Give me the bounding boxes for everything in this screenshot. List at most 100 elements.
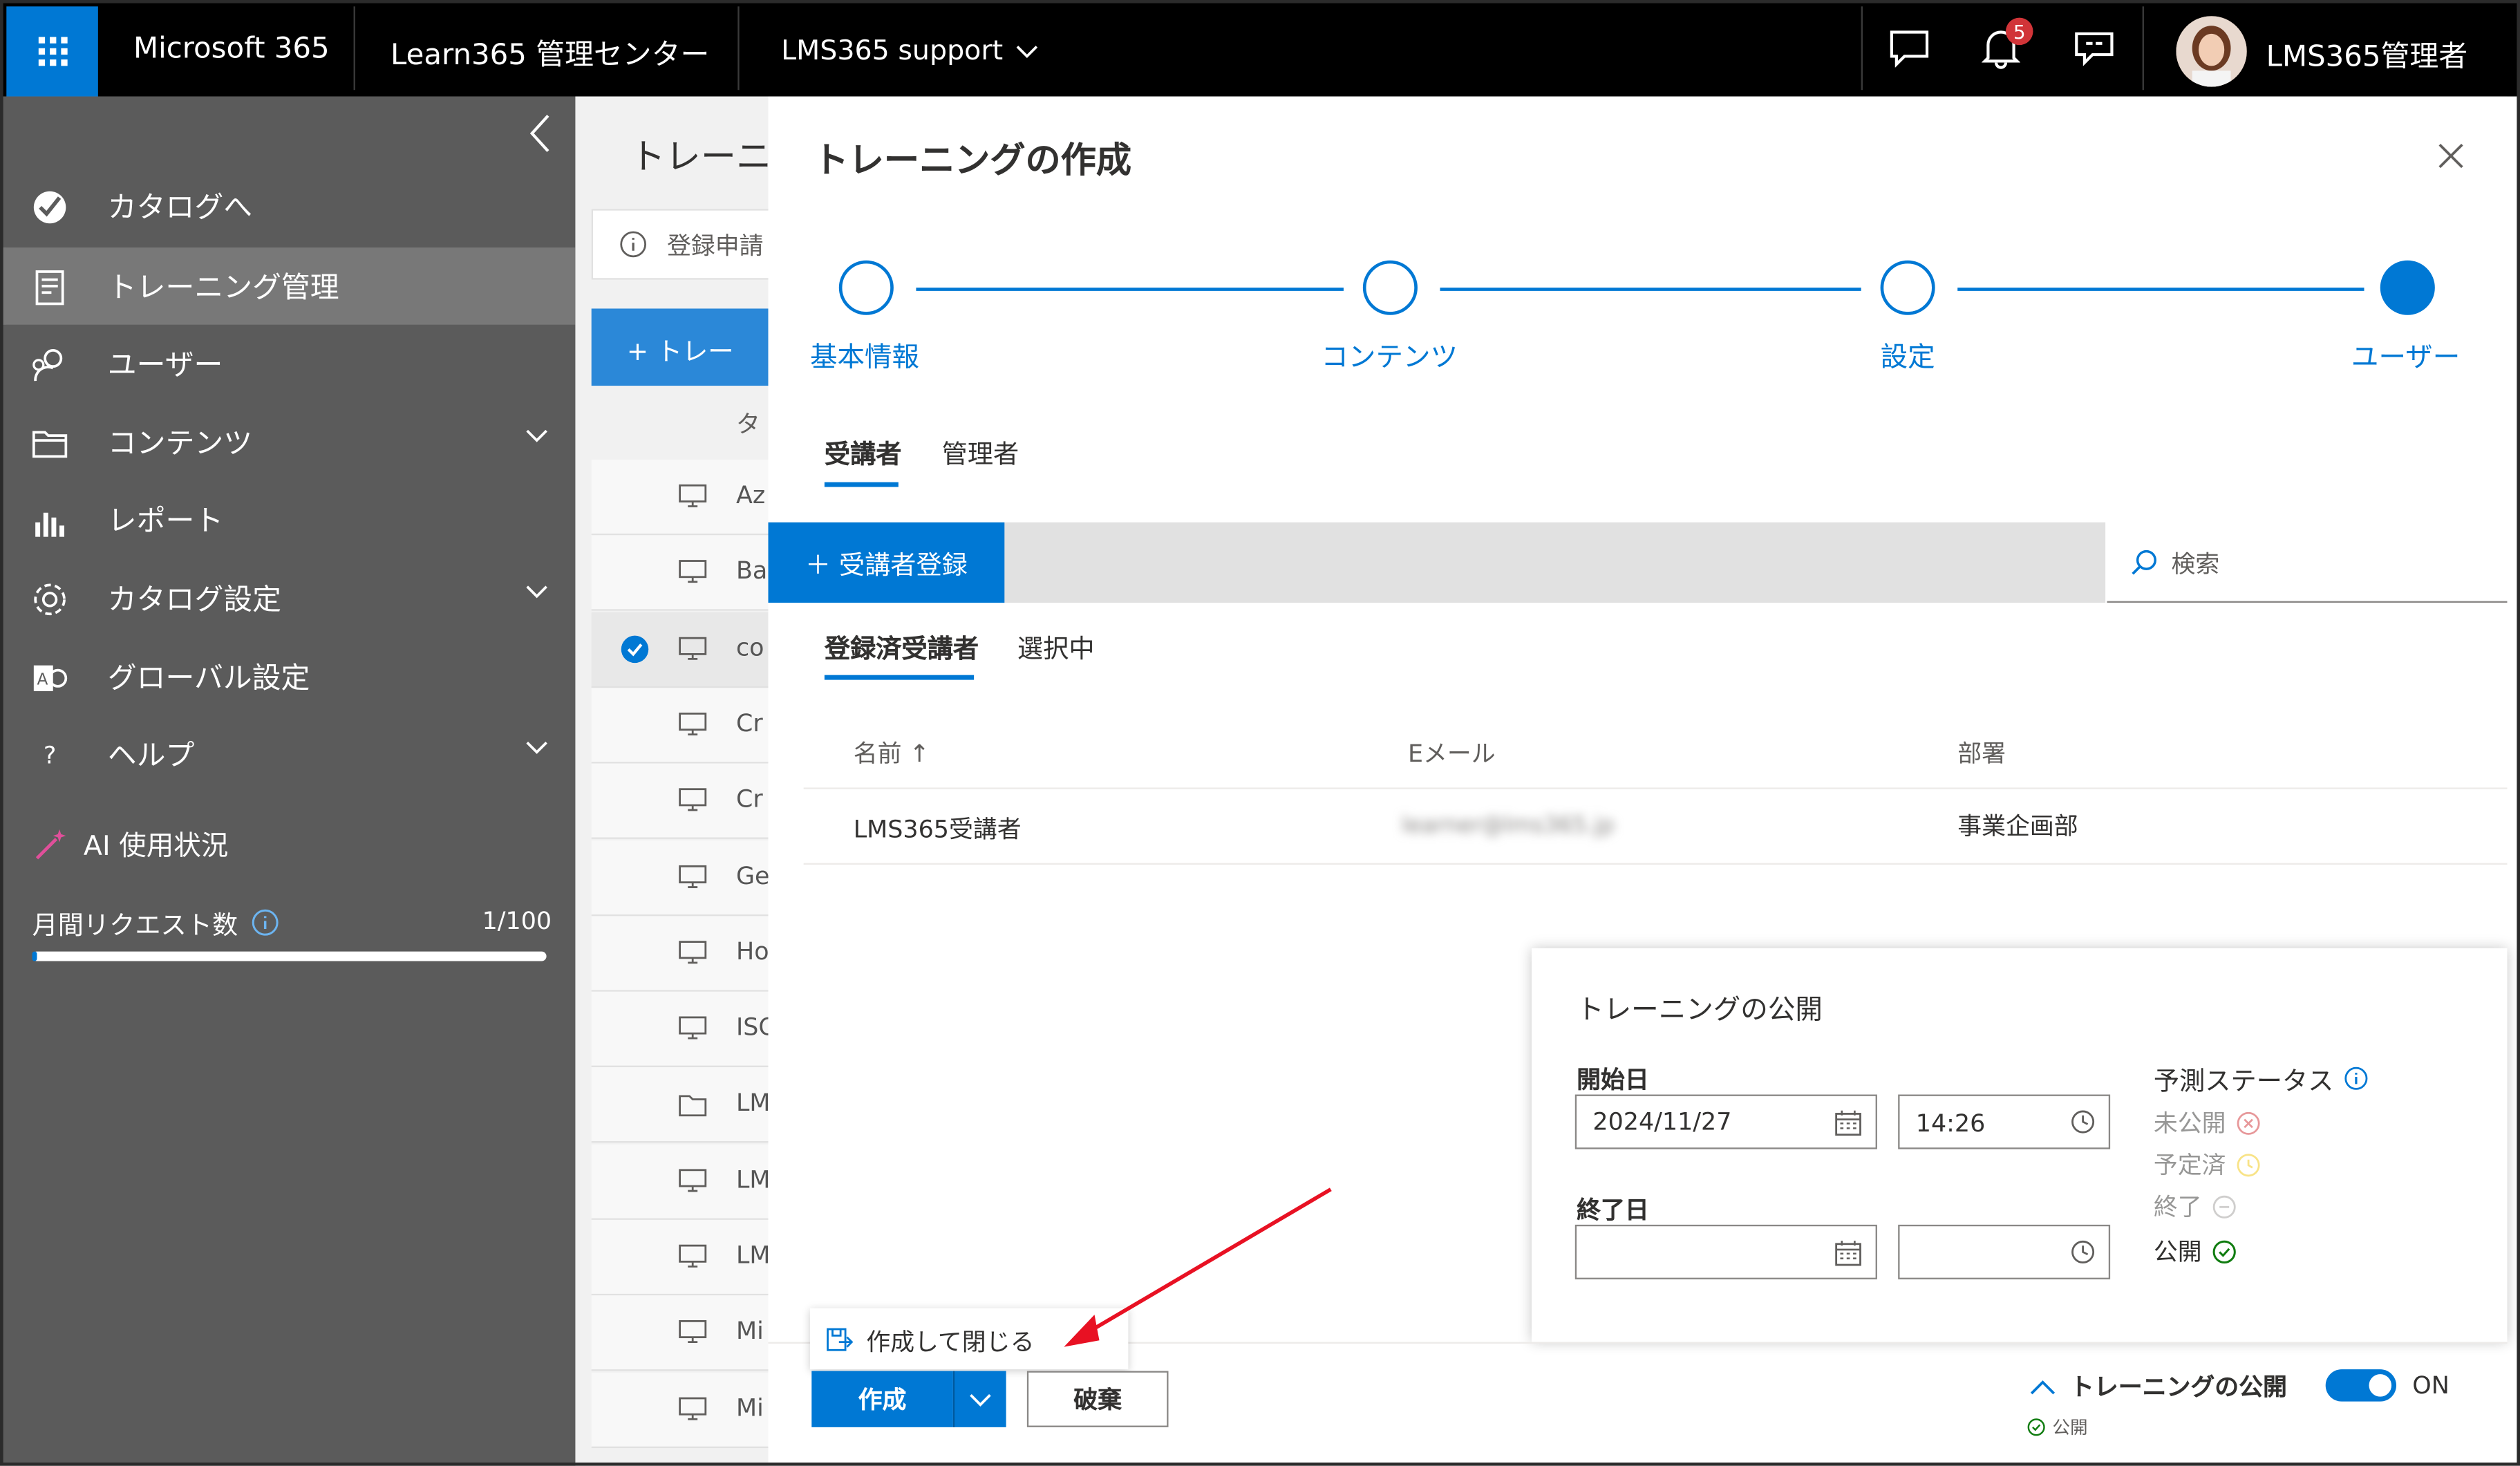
sidebar-item-global-settings[interactable]: A グローバル設定	[0, 638, 575, 715]
table-row[interactable]: Ba	[591, 536, 769, 612]
table-row[interactable]: Mi	[591, 1295, 769, 1372]
tab-learners[interactable]: 受講者	[825, 433, 902, 471]
monitor-icon	[679, 1244, 707, 1268]
chevron-down-icon	[526, 741, 547, 754]
end-date-label: 終了日	[1577, 1196, 1649, 1225]
divider	[2142, 6, 2144, 91]
add-learner-label: ＋ 受講者登録	[805, 549, 968, 581]
info-icon[interactable]	[251, 908, 280, 937]
start-time-field[interactable]: 14:26	[1898, 1094, 2111, 1149]
panel-title: トレーニングの作成	[813, 141, 1132, 182]
subtab-selected[interactable]: 選択中	[1017, 627, 1095, 666]
sidebar-item-catalog[interactable]: カタログへ	[0, 167, 575, 245]
step-1-circle[interactable]	[838, 260, 894, 315]
table-row[interactable]: LMS365受講者 learner@lms365.jp 事業企画部	[803, 789, 2508, 865]
table-row[interactable]: Az	[591, 460, 769, 536]
create-split-dropdown-button[interactable]	[952, 1371, 1006, 1427]
checked-icon[interactable]	[621, 635, 650, 664]
step-label-users[interactable]: ユーザー	[2351, 335, 2460, 375]
table-row[interactable]: co	[591, 611, 769, 688]
app-launcher-button[interactable]	[6, 6, 98, 97]
monitor-icon	[679, 560, 707, 583]
notifications-button[interactable]: 5	[1978, 17, 2033, 71]
table-row[interactable]: LM	[591, 1143, 769, 1220]
publish-toggle-switch[interactable]	[2325, 1369, 2397, 1402]
user-name[interactable]: LMS365管理者	[2266, 34, 2467, 75]
table-row[interactable]: ISC	[591, 991, 769, 1068]
sidebar-item-reports[interactable]: レポート	[0, 480, 575, 558]
info-icon[interactable]	[2343, 1066, 2369, 1091]
column-header-name[interactable]: 名前 ↑	[854, 736, 930, 770]
chat-button[interactable]	[1887, 26, 1932, 71]
chevron-up-icon	[2030, 1379, 2056, 1394]
start-date-value: 2024/11/27	[1592, 1107, 1732, 1136]
table-row[interactable]: Mi	[591, 1371, 769, 1448]
publish-substatus: 公開	[2027, 1414, 2088, 1440]
start-date-field[interactable]: 2024/11/27	[1574, 1094, 1877, 1149]
top-bar: Microsoft 365 Learn365 管理センター LMS365 sup…	[0, 0, 2520, 97]
monitor-icon	[679, 1168, 707, 1192]
table-row[interactable]: Ge	[591, 839, 769, 916]
avatar[interactable]	[2176, 16, 2247, 87]
start-date-label: 開始日	[1577, 1065, 1649, 1095]
step-label-basic-info[interactable]: 基本情報	[810, 335, 919, 375]
new-training-button[interactable]: + トレー	[591, 308, 769, 386]
annotation-arrow	[1064, 1187, 1332, 1347]
feedback-button[interactable]	[2071, 26, 2116, 71]
sidebar-item-content[interactable]: コンテンツ	[0, 404, 575, 481]
row-title: co	[735, 632, 764, 662]
subtab-registered[interactable]: 登録済受講者	[825, 627, 979, 666]
active-indicator	[0, 247, 7, 325]
publish-card-title: トレーニングの公開	[1577, 995, 1823, 1027]
app-name[interactable]: Learn365 管理センター	[391, 32, 709, 74]
sidebar-item-training-management[interactable]: トレーニング管理	[0, 247, 576, 325]
sidebar-item-help[interactable]: ? ヘルプ	[0, 715, 575, 793]
column-header-department[interactable]: 部署	[1957, 736, 2006, 770]
subtab-active-underline	[824, 675, 975, 680]
table-row[interactable]: Cr	[591, 763, 769, 840]
sidebar-item-catalog-settings[interactable]: カタログ設定	[0, 559, 575, 637]
status-label: 未公開	[2153, 1109, 2226, 1138]
column-header-email[interactable]: Eメール	[1408, 736, 1496, 770]
status-title: 予測ステータス	[2153, 1065, 2334, 1096]
cell-name: LMS365受講者	[853, 814, 1022, 844]
app-root: Microsoft 365 Learn365 管理センター LMS365 sup…	[0, 0, 2520, 1466]
table-row[interactable]: Cr	[591, 687, 769, 764]
step-connector	[1440, 288, 1861, 291]
step-label-settings[interactable]: 設定	[1881, 335, 1935, 375]
row-title: Az	[735, 480, 766, 510]
metric-value: 1/100	[482, 906, 552, 936]
sidebar-item-label: ヘルプ	[107, 739, 195, 773]
table-row[interactable]: LM	[591, 1067, 769, 1144]
brand-label[interactable]: Microsoft 365	[133, 32, 330, 66]
step-4-circle-active[interactable]	[2380, 260, 2435, 315]
search-input[interactable]: 検索	[2107, 522, 2508, 603]
end-time-field[interactable]	[1898, 1224, 2111, 1279]
discard-button[interactable]: 破棄	[1026, 1371, 1169, 1427]
metric-label: 月間リクエスト数	[32, 910, 238, 941]
table-row[interactable]: Ho	[591, 915, 769, 992]
tenant-selector[interactable]: LMS365 support	[781, 35, 1038, 68]
table-row[interactable]: LM	[591, 1219, 769, 1296]
chevron-down-icon	[526, 429, 547, 442]
publish-toggle-label: トレーニングの公開	[2069, 1372, 2287, 1402]
info-text: 登録申請	[666, 231, 764, 261]
step-3-circle[interactable]	[1880, 260, 1935, 315]
publish-toggle-group[interactable]: トレーニングの公開	[2029, 1369, 2287, 1403]
tab-admins[interactable]: 管理者	[942, 433, 1019, 471]
step-2-circle[interactable]	[1362, 260, 1418, 315]
chevron-down-icon	[526, 585, 547, 599]
clock-icon	[2071, 1110, 2095, 1134]
add-learner-button[interactable]: ＋ 受講者登録	[768, 522, 1005, 603]
create-button[interactable]: 作成	[811, 1371, 953, 1427]
status-unpublished: 未公開	[2154, 1106, 2262, 1140]
end-date-field[interactable]	[1574, 1224, 1877, 1279]
sidebar-item-users[interactable]: ユーザー	[0, 325, 575, 402]
feedback-icon	[2075, 32, 2114, 66]
close-button[interactable]	[2436, 142, 2465, 177]
step-label-content[interactable]: コンテンツ	[1321, 335, 1458, 375]
collapse-sidebar-button[interactable]	[527, 113, 553, 161]
monitor-icon	[679, 1016, 707, 1040]
status-label: 公開	[2153, 1237, 2202, 1267]
row-title: LM	[735, 1241, 769, 1270]
